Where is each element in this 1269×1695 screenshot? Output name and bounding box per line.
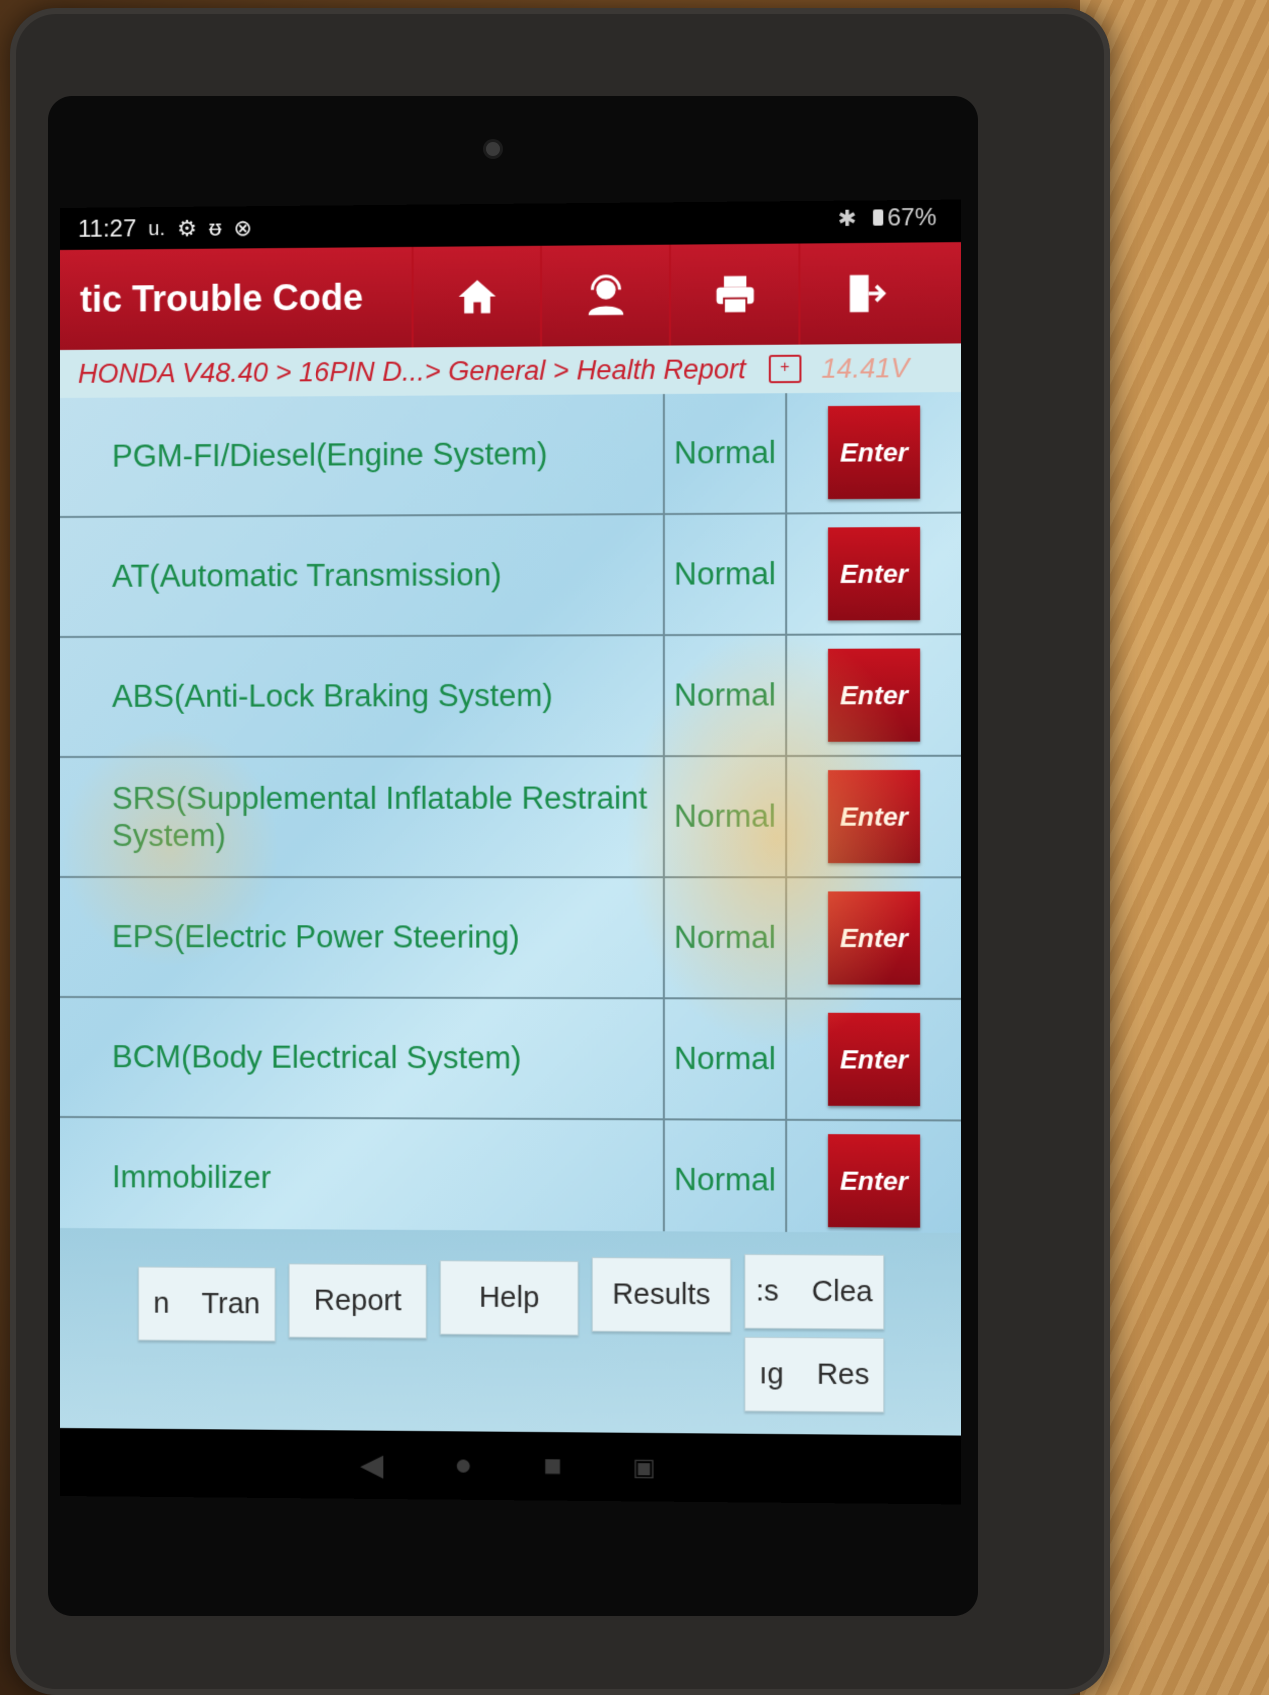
system-status: Normal bbox=[664, 1120, 788, 1241]
system-status: Normal bbox=[664, 635, 788, 756]
results-button[interactable]: Results bbox=[591, 1257, 732, 1333]
clock-suffix: u. bbox=[148, 217, 166, 240]
report-button[interactable]: Report bbox=[288, 1263, 427, 1339]
status-right: ✱ 67% bbox=[838, 204, 937, 233]
home-circle-icon[interactable]: ● bbox=[454, 1448, 472, 1482]
table-row: ABS(Anti-Lock Braking System) Normal Ent… bbox=[60, 635, 962, 758]
exit-button[interactable] bbox=[798, 242, 929, 345]
recents-icon[interactable]: ■ bbox=[543, 1449, 561, 1483]
enter-button[interactable]: Enter bbox=[828, 769, 921, 864]
screenshot-icon[interactable]: ▣ bbox=[633, 1452, 656, 1481]
help-button[interactable]: Help bbox=[439, 1260, 579, 1336]
system-name: ABS(Anti-Lock Braking System) bbox=[60, 636, 665, 756]
enter-button[interactable]: Enter bbox=[828, 405, 921, 500]
exit-icon bbox=[849, 274, 887, 313]
enter-button[interactable]: Enter bbox=[828, 1012, 921, 1107]
system-status: Normal bbox=[664, 999, 788, 1119]
enter-button[interactable]: Enter bbox=[828, 1134, 921, 1228]
system-name: BCM(Body Electrical System) bbox=[60, 998, 665, 1119]
breadcrumb-path: HONDA V48.40 > 16PIN D...> General > Hea… bbox=[77, 353, 746, 389]
system-status: Normal bbox=[664, 757, 788, 877]
table-row: AT(Automatic Transmission) Normal Enter bbox=[60, 513, 962, 638]
print-button[interactable] bbox=[668, 243, 799, 346]
support-agent-icon bbox=[582, 272, 629, 316]
system-status: Normal bbox=[664, 878, 788, 998]
system-list: PGM-FI/Diesel(Engine System) Normal Ente… bbox=[60, 392, 962, 1241]
enter-button[interactable]: Enter bbox=[828, 648, 921, 742]
system-name: AT(Automatic Transmission) bbox=[60, 515, 665, 636]
home-icon bbox=[458, 279, 496, 314]
system-status: Normal bbox=[664, 393, 788, 514]
title-bar: tic Trouble Code bbox=[60, 242, 962, 350]
home-button[interactable] bbox=[411, 245, 541, 348]
device-screen: 11:27 u. ⚙ ᵿ ⊗ ✱ 67% tic Trouble Code HO… bbox=[60, 199, 962, 1505]
reset-button[interactable]: ıg Res bbox=[744, 1336, 885, 1413]
battery-indicator: 67% bbox=[872, 203, 937, 233]
status-left: 11:27 u. ⚙ ᵿ ⊗ bbox=[78, 214, 252, 244]
breadcrumb: HONDA V48.40 > 16PIN D...> General > Hea… bbox=[60, 343, 962, 398]
bottom-toolbar: n Tran Report Help Results :s Clea ıg Re… bbox=[60, 1228, 962, 1436]
enter-cell: Enter bbox=[787, 1000, 961, 1120]
table-row: EPS(Electric Power Steering) Normal Ente… bbox=[60, 878, 962, 1000]
system-name: SRS(Supplemental Inflatable Restraint Sy… bbox=[60, 757, 665, 877]
system-nav-bar: ◀ ● ■ ▣ bbox=[60, 1428, 962, 1505]
enter-button[interactable]: Enter bbox=[828, 891, 921, 985]
clock: 11:27 bbox=[77, 215, 137, 243]
bluetooth-icon: ✱ bbox=[837, 205, 857, 232]
system-status: Normal bbox=[664, 514, 788, 635]
tran-button[interactable]: n Tran bbox=[138, 1266, 276, 1342]
battery-level: 67% bbox=[887, 203, 937, 232]
battery-icon bbox=[872, 209, 884, 226]
support-button[interactable] bbox=[540, 244, 669, 347]
printer-icon bbox=[715, 275, 754, 317]
table-row: BCM(Body Electrical System) Normal Enter bbox=[60, 998, 962, 1122]
enter-button[interactable]: Enter bbox=[828, 526, 921, 621]
system-name: PGM-FI/Diesel(Engine System) bbox=[60, 394, 665, 516]
enter-cell: Enter bbox=[787, 392, 961, 512]
system-name: Immobilizer bbox=[60, 1118, 665, 1240]
front-camera bbox=[486, 142, 500, 156]
table-row: SRS(Supplemental Inflatable Restraint Sy… bbox=[60, 756, 962, 879]
enter-cell: Enter bbox=[787, 878, 961, 998]
clear-button[interactable]: :s Clea bbox=[744, 1253, 885, 1330]
table-row: Immobilizer Normal Enter bbox=[60, 1118, 961, 1241]
battery-voltage: 14.41V bbox=[821, 352, 910, 384]
no-disturb-icon: ⊗ bbox=[233, 215, 253, 241]
system-name: EPS(Electric Power Steering) bbox=[60, 878, 665, 998]
settings-gear-icon: ⚙ bbox=[177, 215, 197, 241]
enter-cell: Enter bbox=[787, 635, 961, 755]
back-icon[interactable]: ◀ bbox=[360, 1447, 383, 1482]
enter-cell: Enter bbox=[787, 757, 961, 877]
enter-cell: Enter bbox=[787, 514, 961, 634]
page-title: tic Trouble Code bbox=[79, 276, 364, 320]
calendar-icon[interactable]: + bbox=[768, 354, 802, 384]
stethoscope-icon: ᵿ bbox=[208, 215, 222, 241]
table-row: PGM-FI/Diesel(Engine System) Normal Ente… bbox=[60, 392, 962, 518]
enter-cell: Enter bbox=[787, 1121, 961, 1241]
